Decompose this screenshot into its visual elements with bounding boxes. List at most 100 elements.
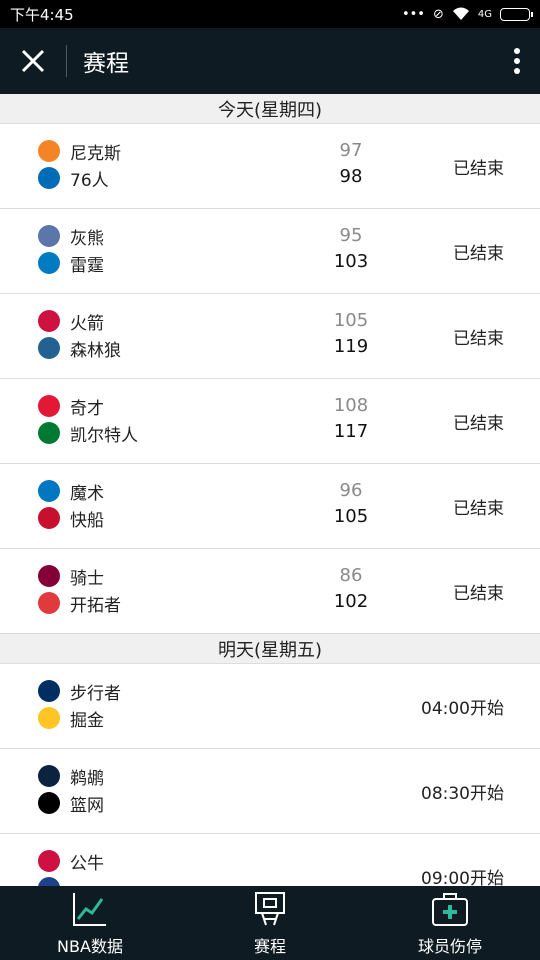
section-header: 明天(星期五) xyxy=(0,634,540,664)
celtics-logo xyxy=(38,422,60,444)
game-row[interactable]: 火箭 森林狼 105 119 已结束 xyxy=(0,294,540,379)
home-team-name: 骑士 xyxy=(70,568,104,589)
away-score: 102 xyxy=(333,591,369,612)
nav-schedule[interactable]: 赛程 xyxy=(180,886,360,960)
home-team-name: 灰熊 xyxy=(70,228,104,249)
home-score: 108 xyxy=(333,395,369,416)
team-logo xyxy=(38,877,60,886)
link-icon: ⊘ xyxy=(432,6,444,22)
game-status: 04:00开始 xyxy=(421,699,504,719)
game-status: 09:00开始 xyxy=(421,869,504,886)
nets-logo xyxy=(38,792,60,814)
home-team-name: 鹈鹕 xyxy=(70,768,104,789)
rockets-logo xyxy=(38,310,60,332)
game-row[interactable]: 灰熊 雷霆 95 103 已结束 xyxy=(0,209,540,294)
network-label: 4G xyxy=(477,8,492,20)
more-options-button[interactable] xyxy=(494,28,540,94)
close-button[interactable] xyxy=(0,28,66,94)
away-score: 119 xyxy=(333,336,369,357)
home-team: 奇才 xyxy=(38,394,104,419)
cavaliers-logo xyxy=(38,565,60,587)
sixers-logo xyxy=(38,167,60,189)
home-team: 灰熊 xyxy=(38,224,104,249)
chart-line-icon xyxy=(73,893,106,926)
home-team: 火箭 xyxy=(38,309,104,334)
game-status: 已结束 xyxy=(453,244,504,264)
away-team: 森林狼 xyxy=(38,336,121,361)
magic-logo xyxy=(38,480,60,502)
away-score: 117 xyxy=(333,421,369,442)
away-team-name: 雷霆 xyxy=(70,255,104,276)
away-score: 103 xyxy=(333,251,369,272)
clippers-logo xyxy=(38,507,60,529)
status-time: 下午4:45 xyxy=(10,5,74,24)
knicks-logo xyxy=(38,140,60,162)
game-status: 08:30开始 xyxy=(421,784,504,804)
away-team xyxy=(38,876,70,886)
game-row[interactable]: 鹈鹕 篮网 08:30开始 xyxy=(0,749,540,834)
home-score: 95 xyxy=(339,225,363,246)
wizards-logo xyxy=(38,395,60,417)
home-score: 86 xyxy=(339,565,363,586)
home-score: 105 xyxy=(333,310,369,331)
away-team-name: 掘金 xyxy=(70,710,104,731)
nav-nba-data-label: NBA数据 xyxy=(57,937,123,956)
more-dots-icon: ••• xyxy=(401,6,425,22)
home-team-name: 尼克斯 xyxy=(70,143,121,164)
away-score: 98 xyxy=(339,166,363,187)
nav-nba-data[interactable]: NBA数据 xyxy=(0,886,180,960)
home-team: 步行者 xyxy=(38,679,121,704)
away-team: 雷霆 xyxy=(38,251,104,276)
status-icons: ••• ⊘ 4G xyxy=(401,6,533,22)
away-team: 开拓者 xyxy=(38,591,121,616)
away-team: 掘金 xyxy=(38,706,104,731)
game-row[interactable]: 公牛 09:00开始 xyxy=(0,834,540,886)
pelicans-logo xyxy=(38,765,60,787)
away-score: 105 xyxy=(333,506,369,527)
home-team: 尼克斯 xyxy=(38,139,121,164)
battery-icon xyxy=(500,7,533,21)
home-team-name: 公牛 xyxy=(70,853,104,874)
blazers-logo xyxy=(38,592,60,614)
home-score: 97 xyxy=(339,140,363,161)
game-row[interactable]: 步行者 掘金 04:00开始 xyxy=(0,664,540,749)
game-row[interactable]: 魔术 快船 96 105 已结束 xyxy=(0,464,540,549)
thunder-logo xyxy=(38,252,60,274)
away-team-name: 76人 xyxy=(70,170,109,191)
nav-injuries-label: 球员伤停 xyxy=(417,937,482,956)
nuggets-logo xyxy=(38,707,60,729)
game-row[interactable]: 骑士 开拓者 86 102 已结束 xyxy=(0,549,540,634)
away-team-name: 快船 xyxy=(70,510,104,531)
home-team: 公牛 xyxy=(38,849,104,874)
timberwolves-logo xyxy=(38,337,60,359)
pacers-logo xyxy=(38,680,60,702)
home-team: 骑士 xyxy=(38,564,104,589)
section-header: 今天(星期四) xyxy=(0,94,540,124)
app-bar: 赛程 xyxy=(0,28,540,94)
header-divider xyxy=(66,45,67,77)
game-row[interactable]: 尼克斯 76人 97 98 已结束 xyxy=(0,124,540,209)
close-icon xyxy=(21,49,45,73)
schedule-list[interactable]: 今天(星期四) 尼克斯 76人 97 98 已结束 灰熊 雷霆 95 103 已… xyxy=(0,94,540,886)
home-team-name: 火箭 xyxy=(70,313,104,334)
wifi-icon xyxy=(452,7,469,20)
home-team-name: 奇才 xyxy=(70,398,104,419)
away-team: 76人 xyxy=(38,166,109,191)
away-team: 篮网 xyxy=(38,791,104,816)
game-status: 已结束 xyxy=(453,414,504,434)
home-team-name: 魔术 xyxy=(70,483,104,504)
game-row[interactable]: 奇才 凯尔特人 108 117 已结束 xyxy=(0,379,540,464)
bottom-nav: NBA数据 赛程 球员伤停 xyxy=(0,886,540,960)
game-status: 已结束 xyxy=(453,499,504,519)
home-team-name: 步行者 xyxy=(70,683,121,704)
away-team-name: 森林狼 xyxy=(70,340,121,361)
home-score: 96 xyxy=(339,480,363,501)
medical-kit-icon xyxy=(432,893,468,926)
bulls-logo xyxy=(38,850,60,872)
away-team: 快船 xyxy=(38,506,104,531)
nav-injuries[interactable]: 球员伤停 xyxy=(360,886,540,960)
away-team: 凯尔特人 xyxy=(38,421,138,446)
home-team: 魔术 xyxy=(38,479,104,504)
grizzlies-logo xyxy=(38,225,60,247)
page-title: 赛程 xyxy=(83,51,129,77)
